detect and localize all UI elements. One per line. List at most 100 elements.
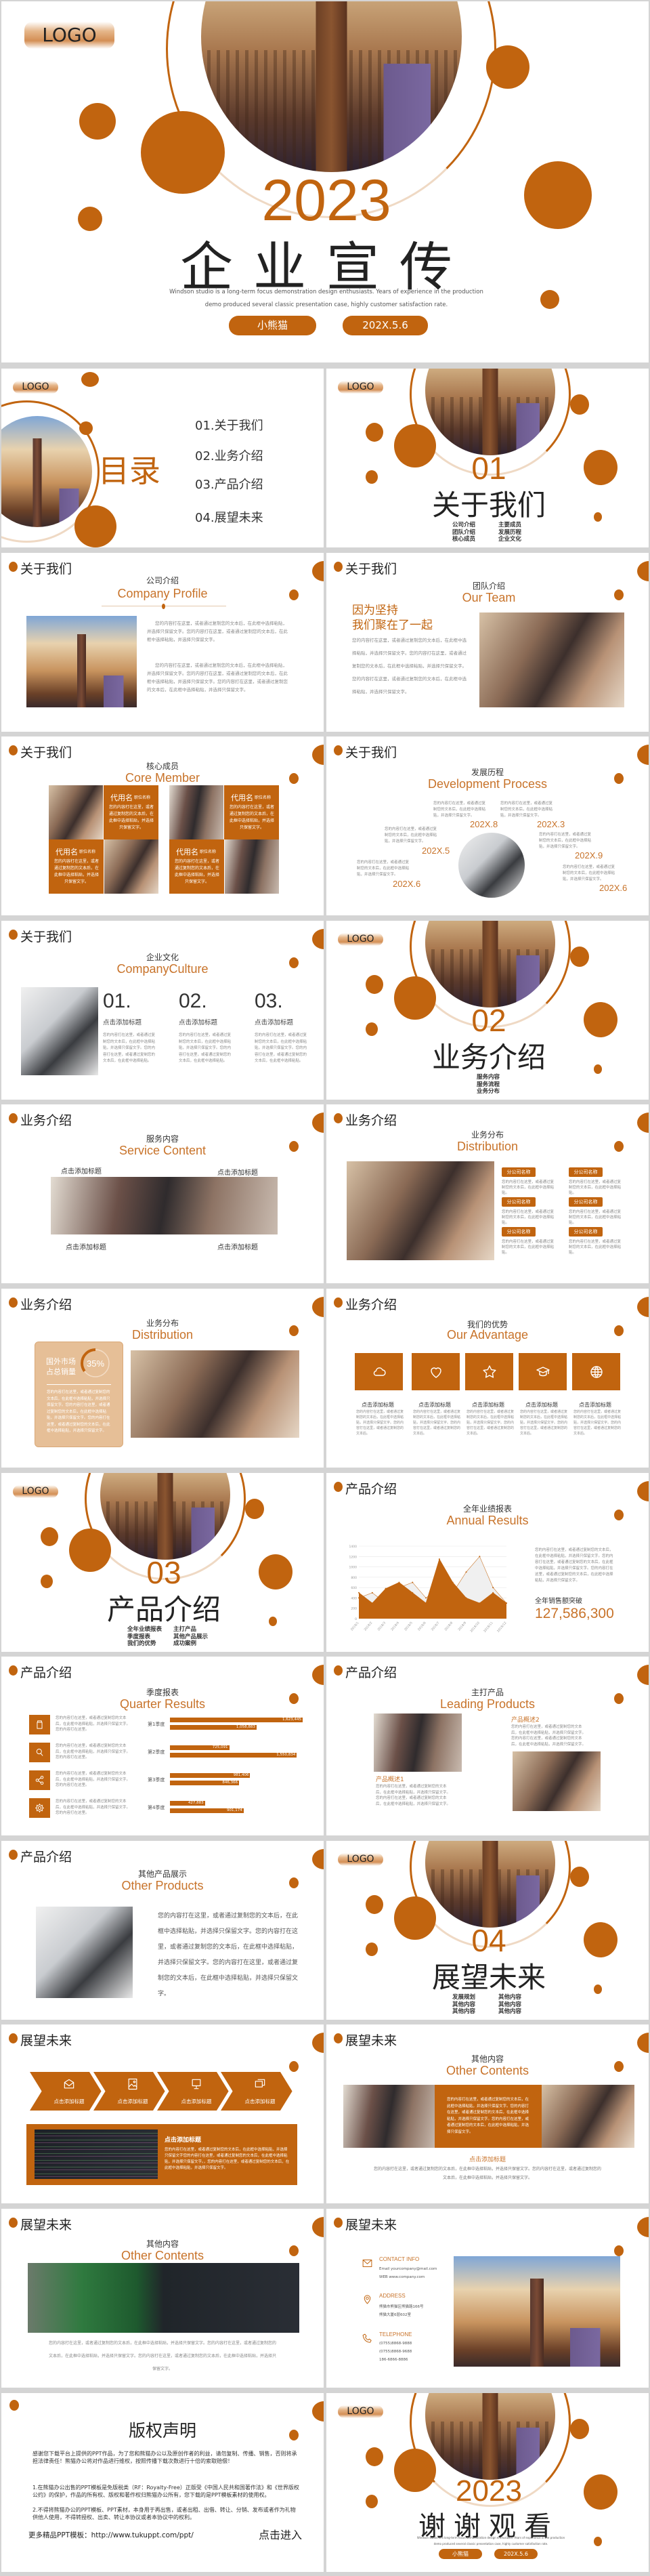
advantage-title[interactable]: 点击添加标题 [362,1401,394,1409]
section-subitem[interactable]: 其他内容 [452,2007,475,2015]
quarter-results-slide[interactable]: 产品介绍 季度报表 Quarter Results 您的内容打在这里，或者通过复制您的… [1,1657,324,1835]
future-plan-slide[interactable]: 展望未来 点击添加标题 点击添加标题 点击添加标题 点击添加标题 点击添加标题 您的内容打在… [1,2024,324,2203]
distribution-share-slide[interactable]: 业务介绍 业务分布 Distribution 国外市场 占总销量 35% 您的内容打在这里，… [1,1289,324,1468]
cover-slide[interactable]: LOGO 2023 企业宣传 Windson studio is a long-ter… [1,1,649,362]
telephone-3[interactable]: 186-6866-8886 [379,2358,408,2362]
service-label[interactable]: 点击添加标题 [217,1241,258,1251]
decorative-circle [289,1141,299,1152]
more-templates-link[interactable]: 更多精品PPT模板：http://www.tukuppt.com/ppt/ [28,2530,194,2540]
process-chevron[interactable]: 点击添加标题 [157,2072,229,2111]
process-chevron[interactable]: 点击添加标题 [221,2072,292,2111]
section-04-slide[interactable]: LOGO 04 展望未来 发展规划 其他内容 其他内容 其他内容 其他内容 其他内容 [326,1841,649,2020]
section-subtitle-cn: 全年业绩报表 [462,1504,512,1514]
team-photo [479,612,624,707]
advantage-title[interactable]: 点击添加标题 [579,1401,611,1409]
copyright-slide[interactable]: 版权声明 感谢您下载平台上提供的PPT作品，为了您和熊猫办公以及原创作者的利益，请… [1,2393,324,2572]
address-line-2[interactable]: 熊猫大厦6层602室 [379,2312,411,2317]
body-text: 您的内容打在这里，或者通过复制您的文本后，在此框中选择粘贴，并选择只保留文字。您… [47,1390,110,1433]
advantage-slide[interactable]: 业务介绍 我们的优势 Our Advantage 点击添加标题 您的内容打在这里，或者通… [326,1289,649,1468]
toc-item[interactable]: 04.展望未来 [195,508,263,526]
slide-header-title: 产品介绍 [345,1665,397,1680]
content-title[interactable]: 点击添加标题 [454,2155,521,2163]
author-badge: 小熊猫 [229,316,316,335]
advantage-title[interactable]: 点击添加标题 [418,1401,451,1409]
leading-products-slide[interactable]: 产品介绍 主打产品 Leading Products 产品概述1 您的内容打在这里，或者… [326,1657,649,1835]
branch-description: 您的内容打在这里，或者通过复制您的文本后，在此框中选择粘贴。 [502,1180,555,1195]
company-culture-slide[interactable]: 关于我们 企业文化 CompanyCulture 01. 点击添加标题 您的内容打在这里，… [1,921,324,1100]
service-label[interactable]: 点击添加标题 [217,1167,258,1177]
advantage-title[interactable]: 点击添加标题 [472,1401,504,1409]
decorative-circle [289,1693,299,1704]
toc-item[interactable]: 02.业务介绍 [195,446,263,464]
body-text: 您的内容打在这里，或者通过复制您的文本后，在此框中选择粘贴，并选择只保留文字。您… [158,1913,299,1997]
other-contents-slide[interactable]: 展望未来 其他内容 Other Contents 您的内容打在这里，或者通过复制您的文… [1,2209,324,2388]
decorative-circle [289,957,299,968]
section-01-slide[interactable]: LOGO 01 关于我们 公司介绍 团队介绍 核心成员 主要成员 发展历程 企业文化 [326,369,649,547]
section-subtitle-en: CompanyCulture [116,962,209,976]
culture-item-title[interactable]: 点击添加标题 [255,1017,293,1026]
development-process-slide[interactable]: 关于我们 发展历程 Development Process 您的内容打在这里，或者通过… [326,736,649,915]
telephone-1[interactable]: (0755)8868-9888 [379,2342,412,2346]
decorative-circle [312,1665,324,1685]
web-text[interactable]: WEB www.company.com [379,2275,425,2279]
section-subitem[interactable]: 我们的优势 [127,1639,156,1647]
advantage-title[interactable]: 点击添加标题 [525,1401,558,1409]
logo: LOGO [13,1485,58,1498]
company-profile-slide[interactable]: 关于我们 公司介绍 Company Profile 您的内容打在这里，或者通过复制您的… [1,553,324,732]
section-subitem[interactable]: 其他内容 [498,2007,521,2015]
section-subtitle-en: Distribution [131,1328,194,1342]
contact-slide[interactable]: 展望未来 CONTACT INFO Email yourcompany@mail.c… [326,2209,649,2388]
address-line-1[interactable]: 熊猫市熊猫区熊猫路166号 [379,2304,424,2309]
annual-results-slide[interactable]: 产品介绍 全年业绩报表 Annual Results 0 200 400 600 800 100… [326,1473,649,1652]
section-subitem[interactable]: 成功案例 [173,1639,196,1647]
section-subitem[interactable]: 业务分布 [477,1087,500,1095]
culture-item-title[interactable]: 点击添加标题 [179,1017,217,1026]
section-title: 关于我们 [431,489,546,522]
decorative-circle [245,1499,264,1519]
section-03-slide[interactable]: LOGO 03 产品介绍 全年业绩报表 季度报表 我们的优势 主打产品 其他产品展示 成功案例 [1,1473,324,1652]
service-content-slide[interactable]: 业务介绍 服务内容 Service Content 点击添加标题 点击添加标题 点击添加标… [1,1104,324,1283]
core-member-slide[interactable]: 关于我们 核心成员 Core Member 代用名 职位名称 您的内容打在这里，或者通过复… [1,736,324,915]
toc-slide[interactable]: LOGO 目录 01.关于我们 02.业务介绍 03.产品介绍 04.展望未来 [1,369,324,547]
bar-value-label: 1,058,883 [236,1725,255,1729]
team-slide[interactable]: 关于我们 团队介绍 Our Team 因为坚持 我们聚在了一起 您的内容打在这里，或者通过… [326,553,649,732]
member-role: 职位名称 [134,795,151,800]
other-products-slide[interactable]: 产品介绍 其他产品展示 Other Products 您的内容打在这里，或者通过复制您… [1,1841,324,2020]
thank-you-slide[interactable]: LOGO 2023 谢谢观看 Windson studio is a long-ter… [326,2393,649,2572]
chat-icon [253,2077,267,2091]
section-subitem[interactable]: 核心成员 [452,535,475,543]
divider-marker [162,604,165,609]
image-icon [126,2077,139,2091]
section-subitem[interactable]: 企业文化 [498,535,521,543]
service-label[interactable]: 点击添加标题 [66,1241,106,1251]
process-chevron[interactable]: 点击添加标题 [30,2072,102,2111]
toc-item[interactable]: 03.产品介绍 [195,475,263,493]
quarter-bar-a: 427,883 [170,1801,205,1806]
process-chevron[interactable]: 点击添加标题 [93,2072,165,2111]
member-description: 您的内容打在这里，或者通过复制您的文本后，在此框中选择粘贴，并选择只保留文字。 [175,859,220,884]
bar-value-label: 981,406 [233,1773,249,1777]
service-label[interactable]: 点击添加标题 [61,1165,102,1176]
quarter-bar-b: 846,366 [170,1781,240,1785]
data-point [479,1556,481,1558]
laptop-photo [21,987,98,1075]
toc-item[interactable]: 01.关于我们 [195,416,263,434]
section-subtitle-en: Development Process [427,777,548,791]
decorative-circle [570,1867,589,1887]
branch-description: 您的内容打在这里，或者通过复制您的文本后，在此框中选择粘贴。 [502,1240,555,1255]
enter-link[interactable]: 点击进入 [259,2526,302,2542]
section-subtitle-cn: 其他内容 [471,2054,504,2064]
culture-item-title[interactable]: 点击添加标题 [103,1017,142,1026]
decorative-circle [394,424,436,468]
distribution-slide[interactable]: 业务介绍 业务分布 Distribution 分公司名称 您的内容打在这里，或者通过复制… [326,1104,649,1283]
other-contents-slide[interactable]: 展望未来 其他内容 Other Contents 您的内容打在这里，或者通过复制您的文… [326,2024,649,2203]
market-label-2: 占总销量 [46,1367,76,1376]
event-description: 您的内容打在这里，或者通过复制您的文本后，在此框中选择粘贴，并选择只保留文字。 [563,865,615,881]
decorative-circle [614,1693,624,1704]
email-text[interactable]: Email yourcompany@mail.com [379,2267,437,2271]
member-description: 您的内容打在这里，或者通过复制您的文本后，在此框中选择粘贴，并选择只保留文字。 [230,805,275,830]
quarter-bar-b: 1,058,883 [170,1725,257,1730]
telephone-2[interactable]: (0755)8868-9688 [379,2350,412,2354]
section-02-slide[interactable]: LOGO 02 业务介绍 服务内容 服务流程 业务分布 [326,921,649,1100]
event-date: 202X.3 [537,819,565,829]
